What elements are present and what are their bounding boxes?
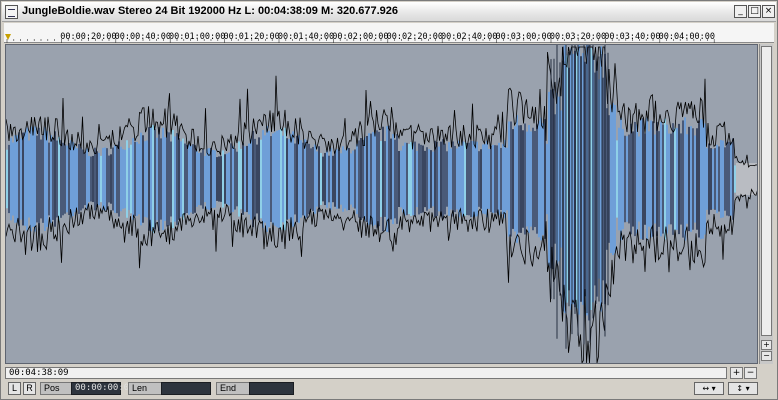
audio-editor-window: JungleBoldie.wav Stereo 24 Bit 192000 Hz… — [0, 0, 778, 400]
window-title: JungleBoldie.wav Stereo 24 Bit 192000 Hz… — [22, 5, 399, 17]
ruler-label: 00:03:40:00 — [604, 32, 661, 42]
vertical-zoom-out-button[interactable]: − — [761, 351, 772, 361]
minimize-button[interactable]: _ — [734, 5, 747, 18]
document-icon[interactable] — [5, 5, 18, 19]
horizontal-zoom-out-button[interactable]: − — [744, 367, 757, 379]
scroll-position-text: 00:04:38:09 — [9, 368, 69, 378]
ruler-label: 00:00:20:00 — [60, 32, 117, 42]
ruler-label: 00:03:20:00 — [549, 32, 607, 42]
horizontal-zoom-in-button[interactable]: + — [730, 367, 743, 379]
pos-value[interactable]: 00:00:00:00 — [71, 382, 135, 395]
end-label: End — [216, 382, 250, 395]
len-value[interactable] — [161, 382, 211, 395]
vertical-zoom-bar[interactable]: + − — [759, 44, 773, 364]
status-bar: L R Pos 00:00:00:00 Len End ↔ ▾ ↕ ▾ — [4, 381, 774, 397]
vertical-arrows-dropdown[interactable]: ↕ ▾ — [728, 382, 758, 395]
ruler-label: 00:01:00:00 — [169, 32, 226, 42]
horizontal-scrollbar[interactable]: 00:04:38:09 — [5, 367, 727, 379]
vertical-zoom-in-button[interactable]: + — [761, 340, 772, 350]
right-channel-button[interactable]: R — [23, 382, 36, 395]
ruler-label: 00:02:40:00 — [441, 32, 498, 42]
ruler-label: 00:01:40:00 — [277, 32, 335, 42]
left-channel-button[interactable]: L — [8, 382, 21, 395]
ruler-label: 00:00:40:00 — [114, 32, 171, 42]
pos-label: Pos — [40, 382, 72, 395]
ruler-label: 00:04:00:00 — [658, 32, 715, 42]
ruler-label: 00:01:20:00 — [223, 32, 280, 42]
ruler-label: 00:02:00:00 — [332, 32, 389, 42]
end-value[interactable] — [249, 382, 294, 395]
title-bar: JungleBoldie.wav Stereo 24 Bit 192000 Hz… — [2, 2, 776, 22]
waveform — [6, 45, 757, 363]
ruler-label: 00:03:00:00 — [495, 32, 552, 42]
waveform-display[interactable] — [5, 44, 758, 364]
vertical-scroll-thumb[interactable] — [761, 46, 772, 336]
horizontal-arrows-dropdown[interactable]: ↔ ▾ — [694, 382, 724, 395]
time-ruler[interactable]: 00:00:20:00 00:00:40:00 00:01:00:00 00:01:2… — [4, 23, 774, 43]
len-label: Len — [128, 382, 162, 395]
maximize-button[interactable]: □ — [748, 5, 761, 18]
ruler-label: 00:02:20:00 — [386, 32, 443, 42]
waveform-bands — [6, 45, 757, 321]
close-button[interactable]: × — [762, 5, 775, 18]
